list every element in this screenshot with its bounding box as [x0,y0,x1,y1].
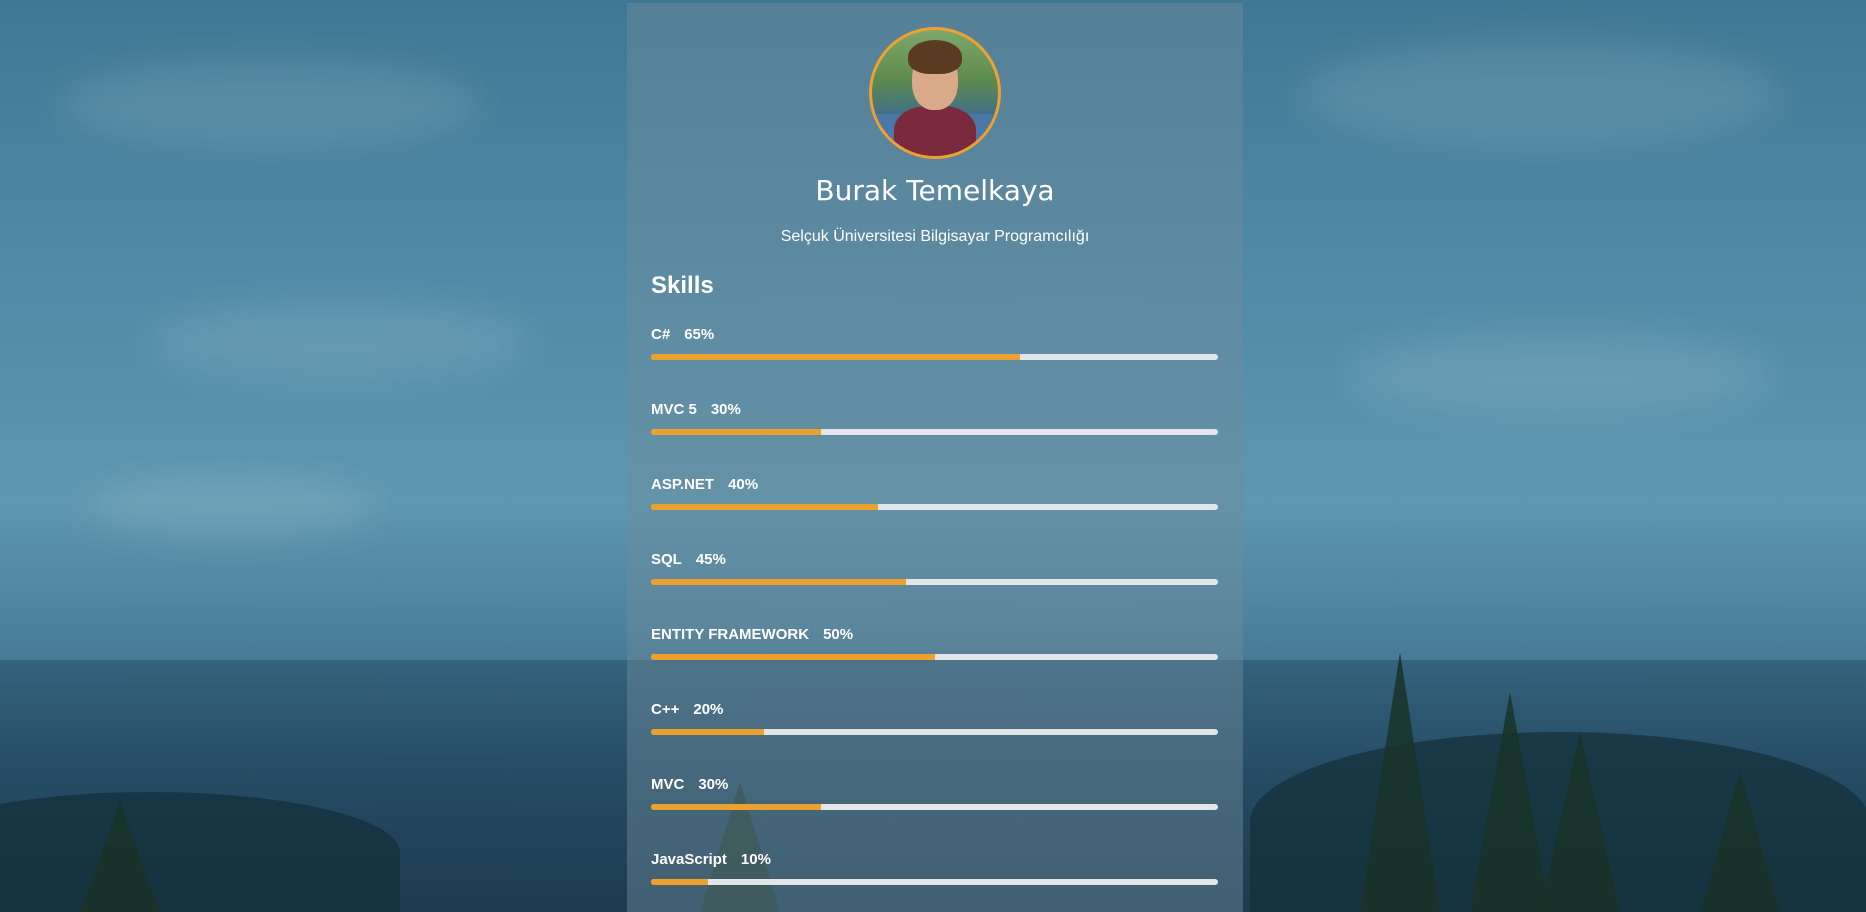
skill-percent: 65% [684,326,715,343]
skill-progress-fill [651,804,822,810]
skill-progress-track [651,579,1218,585]
skill-percent: 30% [698,776,729,793]
skill-name: JavaScript [651,851,727,868]
skill-row: ENTITY FRAMEWORK 50% [651,626,1218,670]
avatar [869,27,1001,159]
skill-progress-track [651,504,1218,510]
skill-progress-fill [651,579,907,585]
skill-label: C# 65% [651,326,1218,343]
skill-progress-track [651,354,1218,360]
skill-row: MVC 30% [651,776,1218,820]
skill-progress-track [651,654,1218,660]
skill-progress-track [651,729,1218,735]
profile-name: Burak Temelkaya [815,174,1055,207]
skill-percent: 40% [728,476,759,493]
skill-progress-fill [651,504,878,510]
skill-progress-fill [651,429,822,435]
skill-name: SQL [651,551,682,568]
skill-percent: 30% [710,401,741,418]
skill-row: C++ 20% [651,701,1218,745]
skill-label: ASP.NET 40% [651,476,1218,493]
skill-label: ENTITY FRAMEWORK 50% [651,626,1218,643]
skill-percent: 20% [693,701,724,718]
skill-progress-track [651,429,1218,435]
skill-name: MVC 5 [651,401,697,418]
skill-label: C++ 20% [651,701,1218,718]
skill-row: ASP.NET 40% [651,476,1218,520]
skill-label: SQL 45% [651,551,1218,568]
skill-row: JavaScript 10% [651,851,1218,895]
skill-progress-fill [651,729,765,735]
skill-label: JavaScript 10% [651,851,1218,868]
skill-row: SQL 45% [651,551,1218,595]
skill-percent: 10% [740,851,771,868]
skill-name: ASP.NET [651,476,715,493]
skill-percent: 50% [823,626,854,643]
skill-progress-fill [651,879,708,885]
skill-name: C++ [651,701,680,718]
skill-percent: 45% [695,551,726,568]
skill-progress-track [651,879,1218,885]
profile-subtitle: Selçuk Üniversitesi Bilgisayar Programcı… [780,228,1090,245]
skill-name: ENTITY FRAMEWORK [651,626,810,643]
skill-progress-fill [651,654,935,660]
skill-name: C# [651,326,671,343]
skill-progress-track [651,804,1218,810]
skill-label: MVC 5 30% [651,401,1218,418]
skill-row: C# 65% [651,326,1218,370]
skill-progress-fill [651,354,1020,360]
skill-row: MVC 5 30% [651,401,1218,445]
skill-label: MVC 30% [651,776,1218,793]
skill-name: MVC [651,776,685,793]
skills-heading: Skills [651,272,714,299]
